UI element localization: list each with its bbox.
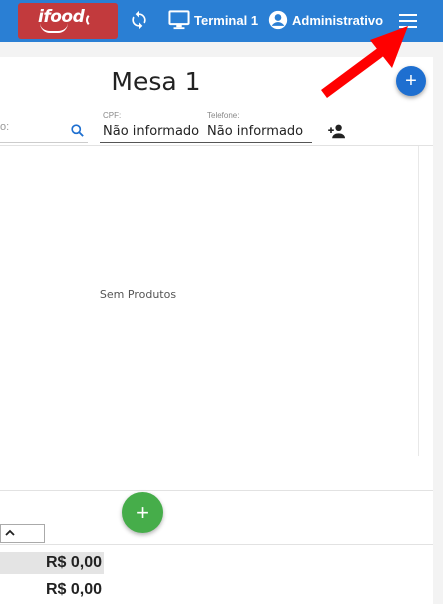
- phone-field[interactable]: Não informado: [207, 124, 303, 139]
- total-value: R$ 0,00: [45, 581, 102, 598]
- subtotal-value: R$ 0,00: [0, 552, 104, 574]
- plus-icon: +: [136, 500, 149, 525]
- chevron-up-icon: [5, 529, 15, 536]
- customer-name-label: o:: [0, 121, 10, 133]
- phone-label: Telefone:: [207, 111, 240, 120]
- customer-field-underline: [0, 142, 88, 143]
- loading-spinner-icon: [86, 13, 100, 27]
- products-scroll-edge: [418, 146, 419, 456]
- fields-underline: [100, 142, 312, 143]
- divider: [0, 544, 433, 545]
- terminal-label[interactable]: Terminal 1: [194, 13, 258, 28]
- collapse-toggle[interactable]: [0, 524, 45, 543]
- sync-icon[interactable]: [129, 10, 149, 30]
- divider: [0, 490, 433, 491]
- cpf-label: CPF:: [103, 111, 122, 120]
- search-icon[interactable]: [70, 123, 85, 138]
- ifood-logo-smile: [40, 23, 68, 33]
- annotation-arrow-icon: [321, 26, 408, 99]
- page-title: Mesa 1: [111, 67, 201, 96]
- user-circle-icon: [268, 10, 288, 30]
- add-product-button[interactable]: +: [122, 492, 163, 533]
- monitor-icon: [168, 10, 190, 30]
- empty-products-label: Sem Produtos: [99, 288, 177, 301]
- add-person-icon[interactable]: [327, 123, 347, 139]
- cpf-field[interactable]: Não informado: [103, 124, 199, 139]
- ifood-integration-button[interactable]: ifood: [18, 3, 118, 39]
- products-list: [0, 146, 418, 456]
